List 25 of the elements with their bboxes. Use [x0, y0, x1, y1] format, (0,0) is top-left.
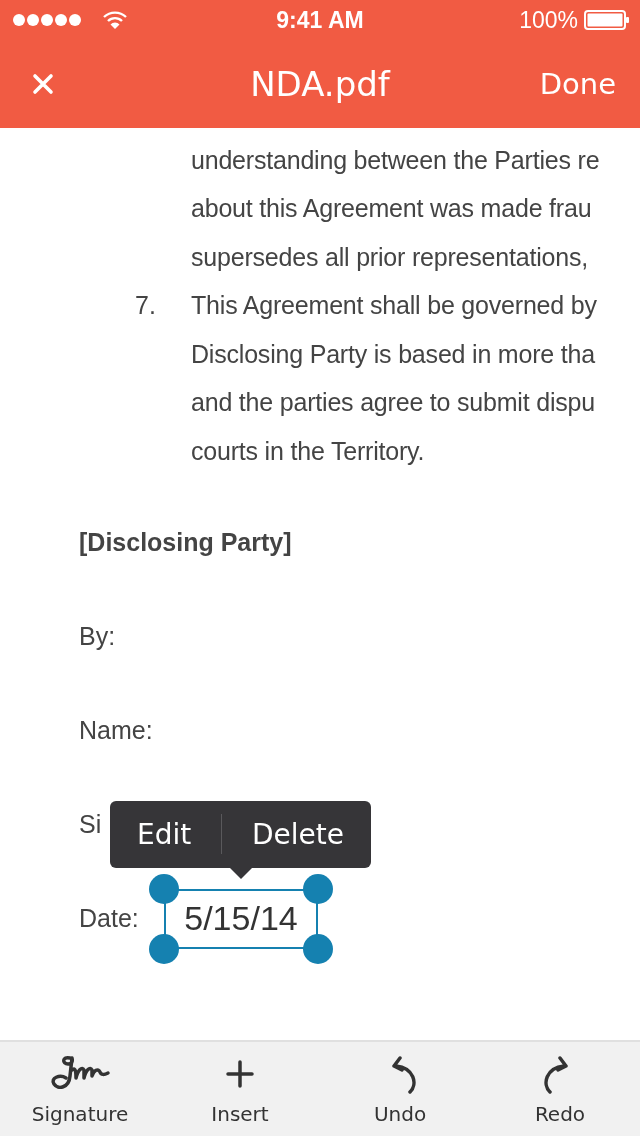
wifi-icon	[103, 11, 127, 29]
document-text-line: understanding between the Parties re	[191, 145, 600, 175]
field-label: Name:	[79, 716, 153, 745]
menu-item[interactable]: Delete	[240, 809, 357, 859]
undo-button[interactable]: Undo	[320, 1042, 480, 1136]
document-title: NDA.pdf	[250, 64, 390, 104]
field-label: By:	[79, 622, 116, 651]
field-label: Date:	[79, 904, 140, 933]
document-text-line: Disclosing Party is based in more tha	[191, 339, 595, 369]
party-heading: [Disclosing Party]	[79, 528, 292, 557]
close-button[interactable]	[32, 73, 54, 95]
document-text-line: courts in the Territory.	[191, 436, 425, 466]
battery-percent: 100%	[519, 6, 578, 34]
list-number: 7.	[135, 291, 156, 321]
insert-button[interactable]: Insert	[160, 1042, 320, 1136]
document-text-line: about this Agreement was made frau	[191, 194, 592, 224]
menu-item[interactable]: Edit	[124, 809, 204, 859]
battery-icon	[584, 10, 630, 30]
document-text-line: This Agreement shall be governed by	[191, 291, 597, 321]
redo-button[interactable]: Redo	[480, 1042, 640, 1136]
document-text-line: supersedes all prior representations,	[191, 242, 588, 272]
document-text-line: and the parties agree to submit dispu	[191, 388, 595, 418]
status-time: 9:41 AM	[276, 6, 364, 34]
signature-button[interactable]: Signature	[0, 1042, 160, 1136]
field-label: Si	[79, 810, 102, 839]
